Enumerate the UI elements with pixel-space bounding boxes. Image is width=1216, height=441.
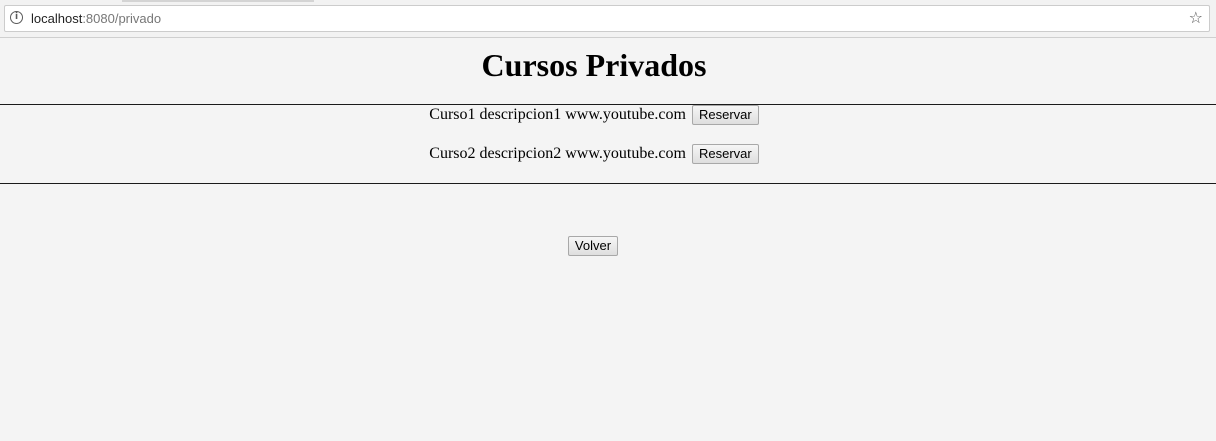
course-description: descripcion2 bbox=[479, 145, 562, 162]
page-content: Cursos Privados Curso1 descripcion1 www.… bbox=[0, 38, 1216, 441]
url-text[interactable]: localhost:8080/privado bbox=[31, 11, 161, 27]
star-icon[interactable]: ☆ bbox=[1189, 8, 1203, 28]
tab-edge bbox=[122, 0, 314, 2]
course-description: descripcion1 bbox=[479, 106, 562, 123]
page-title: Cursos Privados bbox=[481, 47, 707, 83]
divider-bottom bbox=[0, 183, 1216, 184]
reserve-button[interactable]: Reservar bbox=[691, 144, 759, 165]
browser-toolbar: i localhost:8080/privado ☆ bbox=[0, 0, 1216, 38]
reserve-button[interactable]: Reservar bbox=[691, 105, 759, 126]
address-bar[interactable]: i localhost:8080/privado ☆ bbox=[4, 5, 1210, 32]
url-host: localhost bbox=[31, 11, 83, 26]
course-link: www.youtube.com bbox=[565, 106, 686, 123]
back-button[interactable]: Volver bbox=[567, 236, 619, 256]
course-name: Curso1 bbox=[429, 106, 476, 123]
course-row: Curso1 descripcion1 www.youtube.com Rese… bbox=[0, 105, 1188, 126]
course-name: Curso2 bbox=[429, 145, 476, 162]
back-container: Volver bbox=[0, 236, 1184, 256]
course-link: www.youtube.com bbox=[565, 145, 686, 162]
url-path: :8080/privado bbox=[82, 11, 162, 26]
course-row: Curso2 descripcion2 www.youtube.com Rese… bbox=[0, 144, 1188, 165]
info-icon[interactable]: i bbox=[10, 11, 23, 24]
